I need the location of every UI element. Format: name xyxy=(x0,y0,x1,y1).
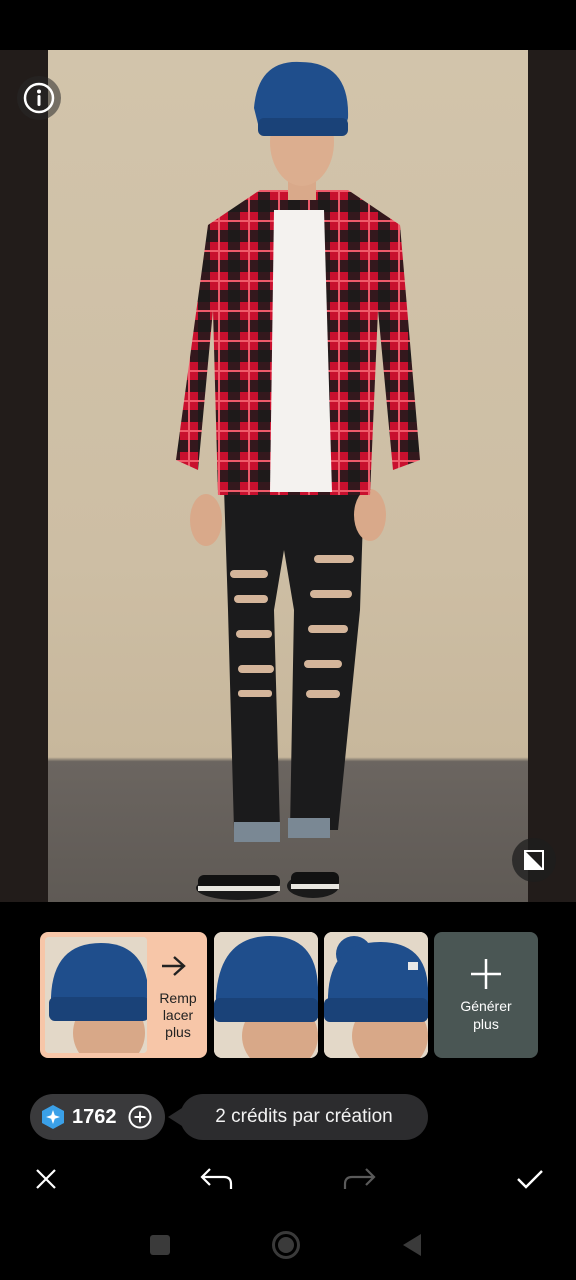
compare-icon xyxy=(524,850,544,870)
generate-more-label: Générer plus xyxy=(460,998,512,1032)
home-circle-icon xyxy=(272,1231,300,1259)
variant-option-3[interactable] xyxy=(324,932,428,1058)
close-icon xyxy=(36,1169,56,1189)
status-bar xyxy=(0,0,576,50)
undo-icon xyxy=(200,1168,233,1189)
generated-photo[interactable] xyxy=(48,50,528,902)
redo-icon xyxy=(343,1168,376,1189)
credits-balance: 1762 xyxy=(72,1105,117,1128)
undo-button[interactable] xyxy=(194,1160,238,1198)
nav-home-button[interactable] xyxy=(266,1225,306,1265)
info-button[interactable] xyxy=(17,76,61,120)
variant-thumbnail xyxy=(324,932,428,1058)
confirm-button[interactable] xyxy=(508,1160,552,1198)
credit-gem-icon xyxy=(42,1105,64,1129)
close-button[interactable] xyxy=(24,1160,68,1198)
variant-thumbnail xyxy=(45,937,147,1053)
add-credits-icon[interactable] xyxy=(127,1104,153,1130)
square-icon xyxy=(150,1235,170,1255)
arrow-right-icon xyxy=(162,956,186,976)
nav-recents-button[interactable] xyxy=(140,1225,180,1265)
nav-back-button[interactable] xyxy=(392,1225,432,1265)
compare-button[interactable] xyxy=(512,838,556,882)
variant-thumbnail xyxy=(214,932,318,1058)
person-illustration xyxy=(176,61,420,900)
generate-more-button[interactable]: Générer plus xyxy=(434,932,538,1058)
back-triangle-icon xyxy=(403,1234,421,1256)
variant-option-2[interactable] xyxy=(214,932,318,1058)
redo-button[interactable] xyxy=(338,1160,382,1198)
variant-replace-more[interactable]: Remp lacer plus xyxy=(40,932,207,1058)
plus-icon xyxy=(471,959,501,989)
credits-pill[interactable]: 1762 xyxy=(30,1094,165,1140)
cost-per-creation-tooltip: 2 crédits par création xyxy=(180,1094,428,1140)
info-icon xyxy=(23,82,55,114)
check-icon xyxy=(517,1170,543,1189)
replace-more-label: Remp lacer plus xyxy=(159,990,197,1040)
